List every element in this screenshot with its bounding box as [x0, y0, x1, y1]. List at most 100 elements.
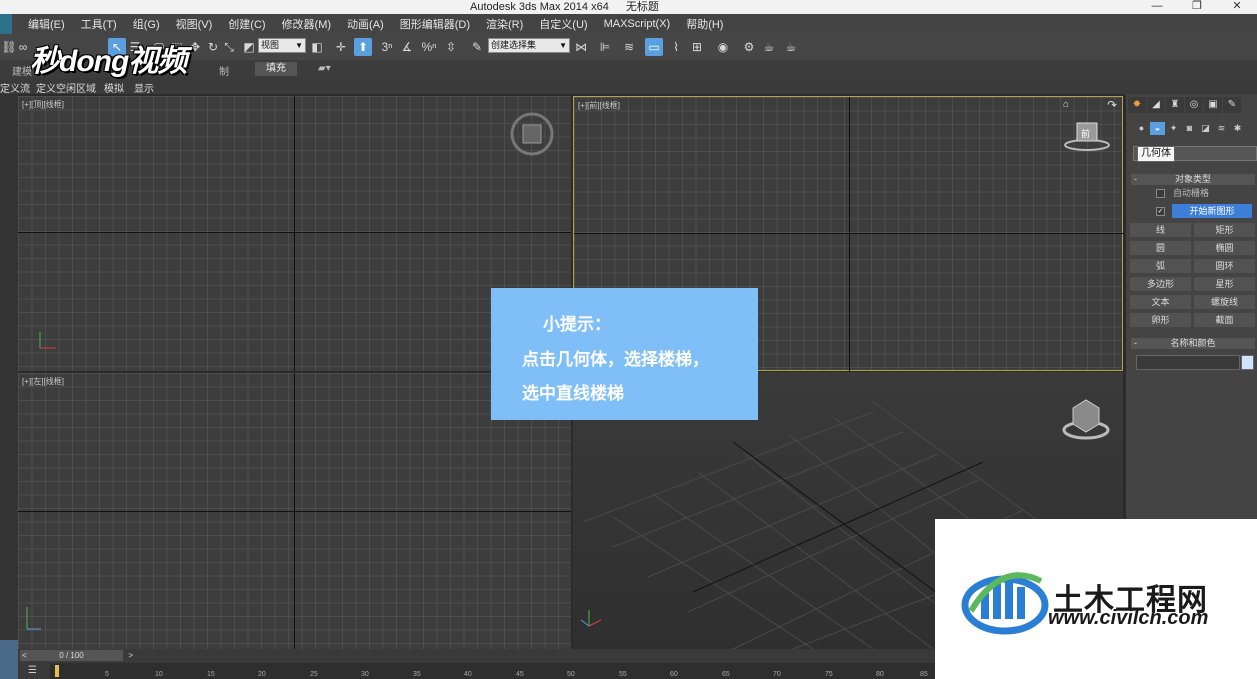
timeline-track[interactable]: 5 10 15 20 25 30 35 40 45 50 55 60 65 70… [50, 663, 935, 679]
viewcube-top[interactable] [508, 110, 556, 158]
egg-button[interactable]: 卵形 [1130, 313, 1191, 327]
edit-named-selection-icon[interactable]: ✎ [468, 38, 486, 56]
donut-button[interactable]: 圆环 [1194, 259, 1255, 273]
line-button[interactable]: 线 [1130, 223, 1191, 237]
minimize-button[interactable]: — [1137, 0, 1177, 14]
menu-modifiers[interactable]: 修改器(M) [282, 16, 332, 32]
viewport-front-label[interactable]: [+][前][线框] [578, 100, 620, 111]
modify-tab-icon[interactable]: ◢ [1147, 97, 1165, 113]
app-menu-icon[interactable] [0, 14, 12, 34]
auto-grid-checkbox[interactable]: 自动栅格 [1156, 186, 1209, 199]
create-tab-icon[interactable]: ✸ [1128, 97, 1146, 113]
rectangle-button[interactable]: 矩形 [1194, 223, 1255, 237]
home-icon[interactable]: ⌂ [1063, 99, 1069, 110]
snap-toggle-icon[interactable]: 3ⁿ [378, 38, 396, 56]
start-new-shape-button[interactable]: 开始新图形 [1172, 204, 1252, 218]
layer-manager-icon[interactable]: ≋ [620, 38, 638, 56]
menu-maxscript[interactable]: MAXScript(X) [604, 18, 671, 30]
display[interactable]: 显示 [134, 80, 154, 95]
menu-rendering[interactable]: 渲染(R) [486, 16, 523, 32]
chevron-left-icon[interactable]: < [22, 650, 27, 661]
circle-button[interactable]: 圆 [1130, 241, 1191, 255]
menu-views[interactable]: 视图(V) [176, 16, 213, 32]
systems-icon[interactable]: ✱ [1230, 122, 1245, 135]
graphite-toolbar-icon[interactable]: ▭ [645, 38, 663, 56]
align-icon[interactable]: ⊫ [596, 38, 614, 56]
close-button[interactable]: ✕ [1217, 0, 1257, 14]
ribbon-tab-freeform[interactable]: 制 [219, 63, 229, 78]
simulate[interactable]: 模拟 [104, 80, 124, 95]
text-button[interactable]: 文本 [1130, 295, 1191, 309]
time-slider[interactable]: < 0 / 100 > [20, 650, 133, 661]
shapes-icon[interactable]: ◒ [1150, 122, 1165, 135]
section-button[interactable]: 截面 [1194, 313, 1255, 327]
menu-group[interactable]: 组(G) [133, 16, 160, 32]
maxscript-listener-icon[interactable] [0, 640, 18, 679]
menu-edit[interactable]: 编辑(E) [28, 16, 65, 32]
menu-animation[interactable]: 动画(A) [347, 16, 384, 32]
utilities-tab-icon[interactable]: ✎ [1223, 97, 1241, 113]
ngon-button[interactable]: 多边形 [1130, 277, 1191, 291]
tip-heading: 小提示： [543, 315, 611, 334]
pivot-center-icon[interactable]: ◧ [308, 38, 326, 56]
curve-editor-icon[interactable]: ⌇ [667, 38, 685, 56]
menu-graph-editors[interactable]: 图形编辑器(D) [400, 16, 470, 32]
render-production-icon[interactable]: ☕ [782, 38, 800, 56]
display-tab-icon[interactable]: ▣ [1204, 97, 1222, 113]
cameras-icon[interactable]: ◙ [1182, 122, 1197, 135]
mdong-logo: 秒dong视频 [30, 45, 187, 78]
menu-create[interactable]: 创建(C) [228, 16, 265, 32]
start-new-shape-checkbox[interactable]: ✓ [1156, 206, 1173, 217]
window-title: Autodesk 3ds Max 2014 x64 无标题 [470, 0, 673, 14]
reference-coordinate-dropdown[interactable]: 视图 ▼ [258, 38, 306, 53]
define-idle-areas[interactable]: 定义空闲区域 [36, 80, 96, 95]
menu-help[interactable]: 帮助(H) [686, 16, 723, 32]
space-warps-icon[interactable]: ≋ [1214, 122, 1229, 135]
helix-button[interactable]: 螺旋线 [1194, 295, 1255, 309]
chevron-right-icon[interactable]: > [128, 650, 133, 661]
material-editor-icon[interactable]: ◉ [714, 38, 732, 56]
viewcube-front[interactable]: ⌂ ↷ 前 [1059, 97, 1124, 155]
menu-tools[interactable]: 工具(T) [81, 16, 117, 32]
viewcube-perspective[interactable] [1059, 394, 1111, 442]
ribbon-tab-fill[interactable]: 填充 [255, 62, 297, 76]
viewport-top[interactable]: [+][顶][线框] [18, 96, 571, 371]
define-flows[interactable]: 定义流 [0, 80, 30, 95]
rollout-name-color[interactable]: - 名称和颜色 [1131, 338, 1255, 349]
lights-icon[interactable]: ✦ [1166, 122, 1181, 135]
rollout-object-type[interactable]: - 对象类型 [1131, 174, 1255, 185]
helpers-icon[interactable]: ◪ [1198, 122, 1213, 135]
app-title: Autodesk 3ds Max 2014 x64 [470, 1, 609, 13]
arc-button[interactable]: 弧 [1130, 259, 1191, 273]
object-color-swatch[interactable] [1241, 355, 1254, 370]
viewport-top-label[interactable]: [+][顶][线框] [22, 99, 64, 110]
select-manipulate-icon[interactable]: ✛ [332, 38, 350, 56]
scale-icon[interactable]: ⤡ [220, 38, 238, 56]
ribbon-tab-modeling[interactable]: 建模 [12, 63, 32, 78]
object-name-input[interactable] [1136, 355, 1240, 370]
move-icon[interactable]: ✥ [186, 38, 204, 56]
ribbon-options-icon[interactable]: ▰▾ [318, 63, 331, 74]
viewport-left[interactable]: [+][左][线框] [18, 373, 571, 649]
mirror-icon[interactable]: ⋈ [572, 38, 590, 56]
spinner-snap-icon[interactable]: ⇳ [442, 38, 460, 56]
geometry-icon[interactable]: ● [1134, 122, 1149, 135]
percent-snap-icon[interactable]: %ⁿ [420, 38, 438, 56]
reference-coord-icon[interactable]: ◩ [240, 38, 258, 56]
restore-button[interactable]: ❐ [1177, 0, 1217, 14]
motion-tab-icon[interactable]: ◎ [1185, 97, 1203, 113]
rotate-view-icon[interactable]: ↷ [1107, 98, 1117, 112]
key-filter-icon[interactable]: ☰ [28, 665, 37, 676]
ellipse-button[interactable]: 椭圆 [1194, 241, 1255, 255]
keyboard-shortcut-icon[interactable]: ⬆ [354, 38, 372, 56]
hierarchy-tab-icon[interactable]: ♜ [1166, 97, 1184, 113]
viewport-left-label[interactable]: [+][左][线框] [22, 376, 64, 387]
star-button[interactable]: 星形 [1194, 277, 1255, 291]
render-setup-icon[interactable]: ⚙ [740, 38, 758, 56]
angle-snap-icon[interactable]: ∡ [398, 38, 416, 56]
menu-customize[interactable]: 自定义(U) [539, 16, 587, 32]
time-marker[interactable] [55, 665, 59, 677]
named-selection-set-dropdown[interactable]: 创建选择集 ▼ [488, 38, 570, 53]
schematic-view-icon[interactable]: ⊞ [688, 38, 706, 56]
rendered-frame-icon[interactable]: ☕ [760, 38, 778, 56]
